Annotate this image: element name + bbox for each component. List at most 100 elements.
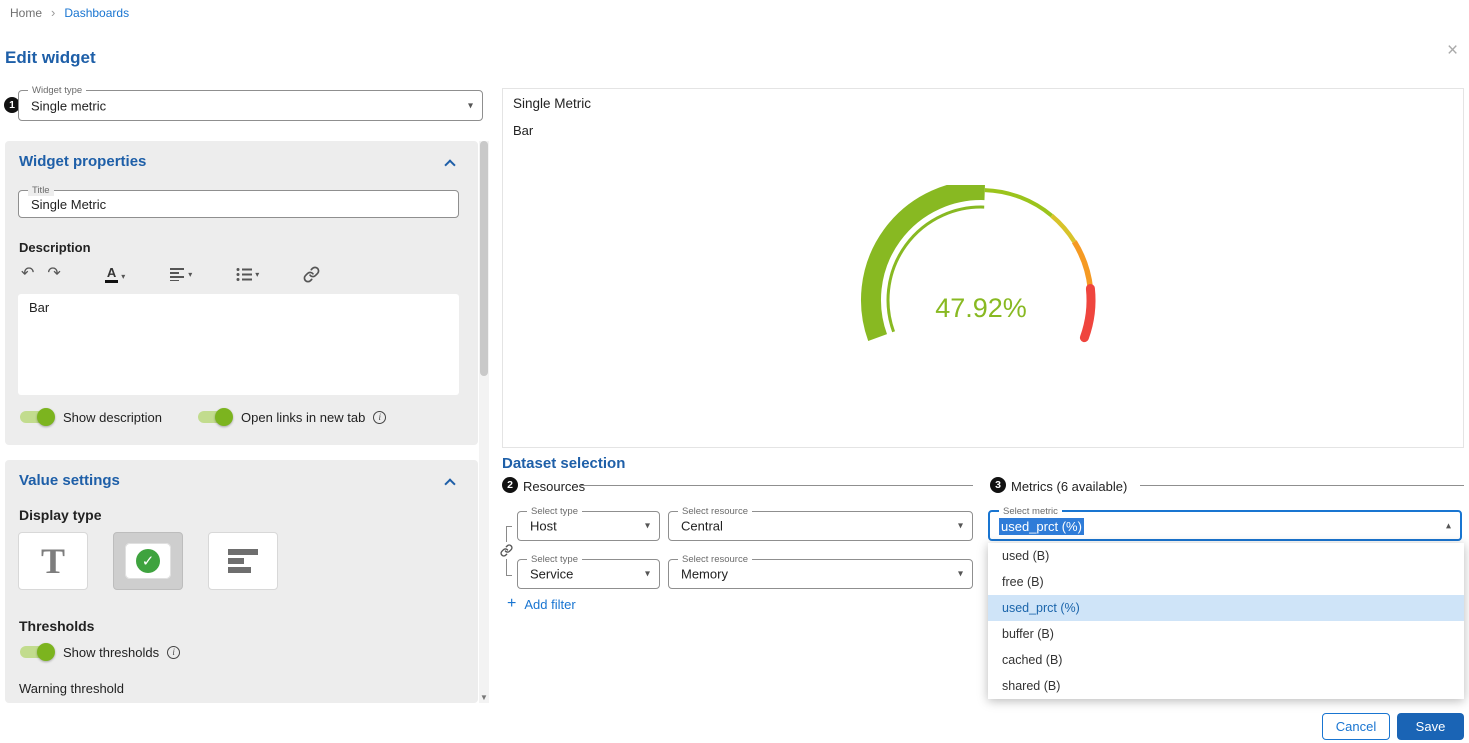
metric-option[interactable]: shared (B) [988,673,1464,699]
undo-button[interactable]: ↶ [21,266,34,282]
display-type-gauge-button-selected[interactable]: ✓ [113,532,183,590]
metric-select[interactable]: Select metric used_prct (%) ▴ [988,510,1462,541]
resources-label: Resources [523,479,585,494]
display-type-label: Display type [19,507,101,523]
undo-icon: ↶ [21,266,34,282]
link-icon [303,266,320,283]
resource-select-2[interactable]: Select resource Memory ▾ [668,559,973,589]
widget-preview: Single Metric Bar 47.92% [502,88,1464,448]
value-settings-panel: Value settings Display type T ✓ Threshol… [5,460,478,703]
info-icon[interactable]: i [373,411,386,424]
collapse-value-settings-button[interactable] [446,477,458,489]
chevron-up-icon [444,478,455,489]
widget-type-label: Widget type [28,85,86,96]
page-title: Edit widget [5,48,96,68]
chevron-down-icon: ▾ [121,271,125,283]
toggle-thumb [215,408,233,426]
select-type-label: Select type [527,554,582,565]
open-links-new-tab-toggle[interactable] [196,408,233,426]
chevron-down-icon: ▾ [958,569,963,580]
widget-type-value: Single metric [31,98,106,113]
step-3-badge: 3 [990,477,1006,493]
value-settings-title: Value settings [19,472,120,489]
widget-properties-panel: Widget properties Title Description ↶ ↷ … [5,141,478,445]
plus-icon: + [507,596,516,612]
description-editor[interactable]: Bar [18,294,459,395]
select-resource-label: Select resource [678,554,752,565]
scrollbar-thumb[interactable] [480,141,488,376]
metric-option-selected[interactable]: used_prct (%) [988,595,1464,621]
select-metric-value-selected-text: used_prct (%) [999,518,1084,535]
description-toggles-row: Show description Open links in new tab i [18,408,386,426]
text-display-icon: T [41,543,65,579]
metrics-label: Metrics (6 available) [1011,479,1127,494]
breadcrumb-dashboards-link[interactable]: Dashboards [64,6,129,20]
toggle-thumb [37,408,55,426]
select-metric-label: Select metric [999,506,1062,517]
link-resources-icon[interactable] [498,542,515,559]
select-type-label: Select type [527,506,582,517]
show-description-label: Show description [63,410,162,425]
resource-select-1[interactable]: Select resource Central ▾ [668,511,973,541]
select-resource-value: Central [681,519,723,534]
save-button[interactable]: Save [1397,713,1464,740]
left-panel-scrollbar[interactable]: ▼ [479,141,489,703]
open-links-new-tab-label: Open links in new tab [241,410,365,425]
resources-divider [580,485,973,486]
warning-threshold-label: Warning threshold [19,681,124,696]
step-2-badge: 2 [502,477,518,493]
widget-title-field[interactable]: Title [18,190,459,218]
toggle-thumb [37,643,55,661]
bar-chart-icon [228,549,258,573]
chevron-down-icon: ▾ [188,269,192,281]
list-format-button[interactable]: ▾ [236,267,259,281]
add-filter-button[interactable]: + Add filter [507,596,576,612]
widget-title-input[interactable] [19,191,458,217]
insert-link-button[interactable] [303,266,320,283]
select-resource-value: Memory [681,567,728,582]
display-type-bar-button[interactable] [208,532,278,590]
chevron-down-icon: ▾ [645,521,650,532]
chevron-down-icon: ▾ [645,569,650,580]
widget-type-select[interactable]: Widget type Single metric ▾ [18,90,483,121]
show-thresholds-toggle[interactable] [18,643,55,661]
metric-option[interactable]: used (B) [988,543,1464,569]
breadcrumb: Home › Dashboards [10,5,129,20]
resource-type-select-2[interactable]: Select type Service ▾ [517,559,660,589]
preview-description: Bar [513,123,533,138]
metrics-divider [1140,485,1464,486]
metric-option[interactable]: cached (B) [988,647,1464,673]
select-type-value: Service [530,567,573,582]
metric-option[interactable]: free (B) [988,569,1464,595]
close-icon[interactable]: × [1447,41,1458,60]
collapse-widget-properties-button[interactable] [446,158,458,170]
bullet-list-icon [236,267,252,281]
display-type-text-button[interactable]: T [18,532,88,590]
chevron-down-icon: ▾ [958,521,963,532]
metric-option[interactable]: buffer (B) [988,621,1464,647]
gauge-display-icon: ✓ [125,543,171,579]
dataset-selection-title: Dataset selection [502,455,625,472]
redo-icon: ↷ [47,266,60,282]
cancel-button[interactable]: Cancel [1322,713,1390,740]
preview-title: Single Metric [513,96,591,111]
gauge-value: 47.92% [821,293,1141,324]
chevron-down-icon: ▾ [255,269,259,281]
resource-type-select-1[interactable]: Select type Host ▾ [517,511,660,541]
thresholds-toggle-row: Show thresholds i [18,643,180,661]
chevron-up-icon [444,159,455,170]
widget-properties-title: Widget properties [19,153,146,170]
text-align-button[interactable]: ▾ [169,267,192,281]
show-thresholds-label: Show thresholds [63,645,159,660]
redo-button[interactable]: ↷ [47,266,60,282]
breadcrumb-chevron-icon: › [51,5,55,20]
check-circle-icon: ✓ [136,549,160,573]
metric-dropdown-menu: used (B) free (B) used_prct (%) buffer (… [988,543,1464,699]
show-description-toggle[interactable] [18,408,55,426]
chevron-down-icon: ▾ [468,100,473,111]
scroll-down-icon[interactable]: ▼ [479,693,489,702]
text-color-button[interactable]: A ▾ [105,266,125,283]
info-icon[interactable]: i [167,646,180,659]
breadcrumb-home-link[interactable]: Home [10,6,42,20]
thresholds-label: Thresholds [19,618,94,634]
